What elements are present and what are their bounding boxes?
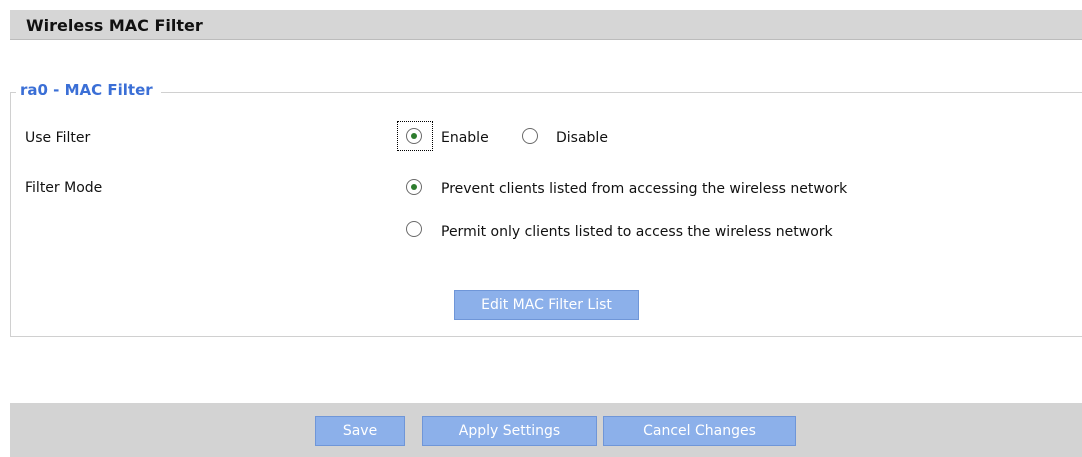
prevent-radio[interactable] xyxy=(406,179,422,195)
prevent-label[interactable]: Prevent clients listed from accessing th… xyxy=(441,181,847,197)
footer-bar: Save Apply Settings Cancel Changes xyxy=(10,403,1082,457)
enable-label[interactable]: Enable xyxy=(441,130,489,146)
filter-mode-label: Filter Mode xyxy=(25,180,103,196)
edit-mac-filter-list-button[interactable]: Edit MAC Filter List xyxy=(454,290,639,320)
fieldset-legend: ra0 - MAC Filter xyxy=(16,81,161,99)
permit-label[interactable]: Permit only clients listed to access the… xyxy=(441,224,833,240)
apply-settings-button[interactable]: Apply Settings xyxy=(422,416,597,446)
use-filter-label: Use Filter xyxy=(25,130,91,146)
disable-radio[interactable] xyxy=(522,128,538,144)
permit-radio[interactable] xyxy=(406,221,422,237)
cancel-changes-button[interactable]: Cancel Changes xyxy=(603,416,796,446)
disable-label[interactable]: Disable xyxy=(556,130,608,146)
page-title: Wireless MAC Filter xyxy=(26,16,203,35)
enable-radio[interactable] xyxy=(406,128,422,144)
page-title-bar: Wireless MAC Filter xyxy=(10,10,1082,40)
save-button[interactable]: Save xyxy=(315,416,405,446)
